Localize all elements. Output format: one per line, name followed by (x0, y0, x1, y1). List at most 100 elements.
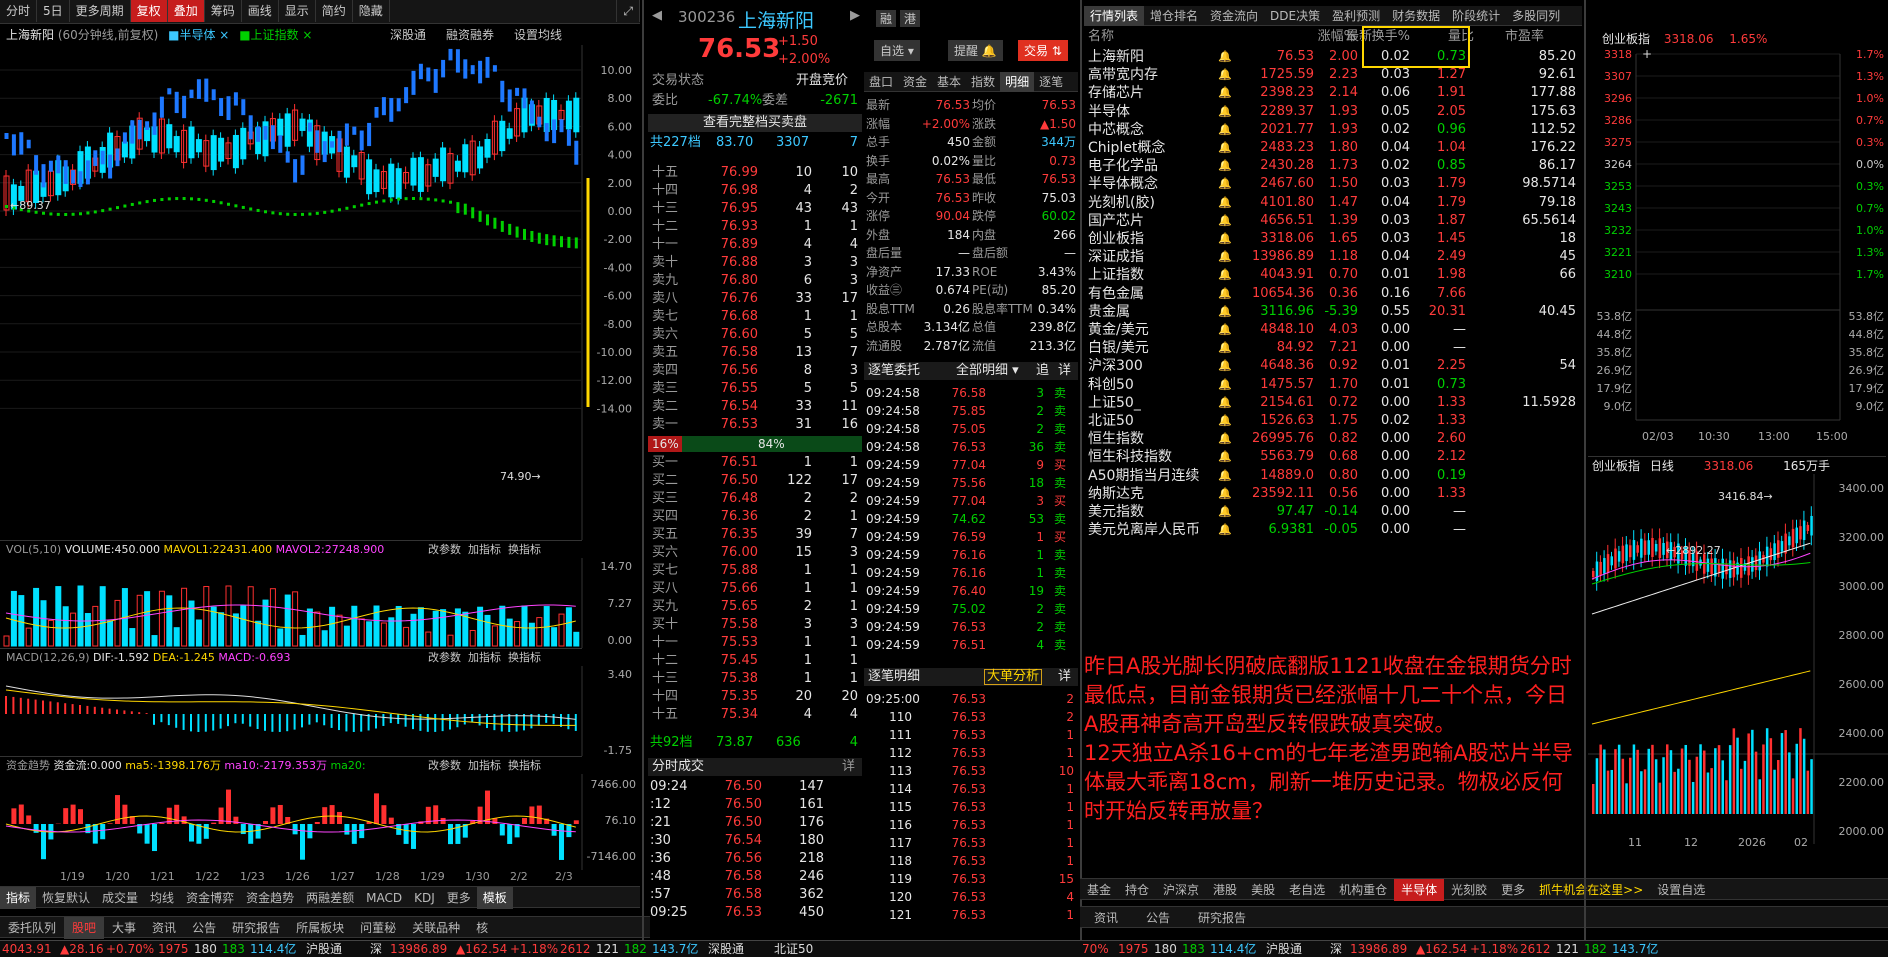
bids-row[interactable]: 买九 75.65 2 1 (648, 598, 862, 616)
bell-icon[interactable]: 🔔 (1218, 48, 1232, 66)
bell-icon[interactable]: 🔔 (1218, 430, 1232, 448)
list-bottom-tab-8[interactable]: 光刻胶 (1444, 879, 1494, 901)
bell-icon[interactable]: 🔔 (1218, 448, 1232, 466)
list-bottom-tab-7[interactable]: 半导体 (1394, 879, 1445, 901)
indicator-tab-5[interactable]: 资金趋势 (240, 887, 300, 909)
bids-row[interactable]: 买二 76.50 122 17 (648, 472, 862, 490)
bell-icon[interactable]: 🔔 (1218, 394, 1232, 412)
asks-row[interactable]: 十五 76.99 10 10 (648, 164, 862, 182)
list-row[interactable]: A50期指当月连续 🔔 14889.0 0.80 0.00 0.19 (1084, 467, 1582, 485)
bell-icon[interactable]: 🔔 (1218, 467, 1232, 485)
toolbar-item-1[interactable]: 5日 (37, 0, 70, 22)
mini-intraday-chart[interactable]: 3318 1.7% 3307 1.3% 3296 1.0% 3286 0.7% 3275 0.3%… (1588, 48, 1888, 452)
asks-row[interactable]: 卖七 76.68 1 1 (648, 308, 862, 326)
list-tab-5[interactable]: 财务数据 (1386, 6, 1446, 26)
right-bottom-tab-2[interactable]: 研究报告 (1184, 907, 1260, 929)
asks-row[interactable]: 卖十 76.88 3 3 (648, 254, 862, 272)
detail-tab-5[interactable]: 逐笔 (1034, 72, 1068, 92)
toolbar-item-6[interactable]: 画线 (242, 0, 279, 22)
indicator-tab-9[interactable]: 更多 (441, 887, 477, 909)
bids-row[interactable]: 买七 75.88 1 1 (648, 562, 862, 580)
bottom-tab-5[interactable]: 研究报告 (224, 917, 288, 939)
bottom-tab-9[interactable]: 核 (468, 917, 496, 939)
bell-icon[interactable]: 🔔 (1218, 321, 1232, 339)
list-col-5[interactable]: 市盈率 (1484, 28, 1544, 46)
indicator-tab-10[interactable]: 模板 (476, 887, 513, 909)
list-row[interactable]: 恒生指数 🔔 26995.76 0.82 0.00 2.60 (1084, 430, 1582, 448)
bottom-tab-8[interactable]: 关联品种 (404, 917, 468, 939)
right-bottom-tab-0[interactable]: 资讯 (1080, 907, 1132, 929)
fund-switch[interactable]: 换指标 (508, 759, 541, 772)
list-row[interactable]: 黄金/美元 🔔 4848.10 4.03 0.00— (1084, 321, 1582, 339)
list-tab-3[interactable]: DDE决策 (1264, 6, 1326, 26)
bids-row[interactable]: 十五 75.34 4 4 (648, 706, 862, 724)
daily-kline-chart[interactable]: 3400.00 3200.00 3000.00 2800.00 2600.00 2400.… (1588, 474, 1888, 874)
toolbar-item-4[interactable]: 叠加 (167, 0, 205, 22)
asks-row[interactable]: 卖八 76.76 33 17 (648, 290, 862, 308)
list-row[interactable]: 创业板指 🔔 3318.06 1.65 0.03 1.45 18 (1084, 230, 1582, 248)
asks-row[interactable]: 卖九 76.80 6 3 (648, 272, 862, 290)
asks-row[interactable]: 十二 76.93 1 1 (648, 218, 862, 236)
list-bottom-tab-10[interactable]: 抓牛机会在这里>> (1532, 879, 1650, 901)
kline-chart[interactable]: 10.00 8.00 6.00 4.00 2.00 0.00 -2.00 -4.00 -6.00… (0, 45, 640, 540)
bell-icon[interactable]: 🔔 (1218, 503, 1232, 521)
bell-icon[interactable]: 🔔 (1218, 357, 1232, 375)
list-row[interactable]: 中芯概念 🔔 2021.77 1.93 0.02 0.96 112.52 (1084, 121, 1582, 139)
right-bottom-tab-1[interactable]: 公告 (1132, 907, 1184, 929)
alert-button[interactable]: 提醒 🔔 (948, 40, 1003, 61)
bids-row[interactable]: 买五 76.35 39 7 (648, 526, 862, 544)
link-ma[interactable]: 设置均线 (514, 25, 562, 45)
bell-icon[interactable]: 🔔 (1218, 303, 1232, 321)
fullscreen-icon[interactable]: ⤢ (616, 0, 640, 22)
list-row[interactable]: 沪深300 🔔 4648.36 0.92 0.01 2.25 54 (1084, 357, 1582, 375)
toolbar-item-5[interactable]: 筹码 (205, 0, 242, 22)
asks-row[interactable]: 卖二 76.54 33 11 (648, 398, 862, 416)
bids-row[interactable]: 十四 75.35 20 20 (648, 688, 862, 706)
list-tab-0[interactable]: 行情列表 (1084, 6, 1145, 26)
toolbar-item-0[interactable]: 分时 (0, 0, 38, 22)
bell-icon[interactable]: 🔔 (1218, 175, 1232, 193)
bottom-tab-1[interactable]: 股吧 (64, 917, 105, 939)
bell-icon[interactable]: 🔔 (1218, 157, 1232, 175)
list-bottom-tab-3[interactable]: 港股 (1206, 879, 1244, 901)
indicator-tab-3[interactable]: 均线 (144, 887, 180, 909)
list-bottom-tab-9[interactable]: 更多 (1494, 879, 1532, 901)
list-row[interactable]: 有色金属 🔔 10654.36 0.36 0.16 7.66 (1084, 285, 1582, 303)
indicator-tab-1[interactable]: 恢复默认 (36, 887, 96, 909)
detail-tab-2[interactable]: 基本 (932, 72, 966, 92)
overlay-index[interactable]: ■上证指数 × (239, 28, 312, 42)
list-row[interactable]: 贵金属 🔔 3116.96 -5.39 0.55 20.31 40.45 (1084, 303, 1582, 321)
vol-switch[interactable]: 换指标 (508, 543, 541, 556)
list-row[interactable]: 北证50 🔔 1526.63 1.75 0.02 1.33 (1084, 412, 1582, 430)
vol-add[interactable]: 加指标 (468, 543, 501, 556)
asks-row[interactable]: 卖三 76.55 5 5 (648, 380, 862, 398)
bell-icon[interactable]: 🔔 (1218, 103, 1232, 121)
bids-row[interactable]: 十一 75.53 1 1 (648, 634, 862, 652)
bell-icon[interactable]: 🔔 (1218, 412, 1232, 430)
asks-row[interactable]: 十三 76.95 43 43 (648, 200, 862, 218)
bell-icon[interactable]: 🔔 (1218, 139, 1232, 157)
list-row[interactable]: Chiplet概念 🔔 2483.23 1.80 0.04 1.04 176.22 (1084, 139, 1582, 157)
list-row[interactable]: 半导体 🔔 2289.37 1.93 0.05 2.05 175.63 (1084, 103, 1582, 121)
list-bottom-tab-11[interactable]: 设置自选 (1650, 879, 1712, 901)
list-col-2[interactable]: 涨幅% (1300, 28, 1356, 46)
fenshi-more[interactable]: 详 (842, 758, 855, 776)
toolbar-item-7[interactable]: 显示 (279, 0, 316, 22)
link-rzrq[interactable]: 融资融券 (446, 25, 494, 45)
indicator-tab-4[interactable]: 资金博弈 (180, 887, 240, 909)
indicator-tab-0[interactable]: 指标 (0, 887, 37, 909)
list-row[interactable]: 电子化学品 🔔 2430.28 1.73 0.02 0.85 86.17 (1084, 157, 1582, 175)
zhubi-filter[interactable]: 全部明细 ▾ (956, 362, 1019, 380)
list-row[interactable]: 纳斯达克 🔔 23592.11 0.56 0.00 1.33 (1084, 485, 1582, 503)
bids-row[interactable]: 买三 76.48 2 2 (648, 490, 862, 508)
list-col-0[interactable]: 名称 (1088, 28, 1114, 46)
toolbar-item-2[interactable]: 更多周期 (70, 0, 131, 22)
bell-icon[interactable]: 🔔 (1218, 285, 1232, 303)
bell-icon[interactable]: 🔔 (1218, 84, 1232, 102)
indicator-tab-2[interactable]: 成交量 (96, 887, 144, 909)
macd-switch[interactable]: 换指标 (508, 651, 541, 664)
vol-adjust[interactable]: 改参数 (428, 543, 461, 556)
bottom-tab-6[interactable]: 所属板块 (288, 917, 352, 939)
link-sgt[interactable]: 深股通 (390, 25, 426, 45)
mingxi-more[interactable]: 详 (1058, 668, 1071, 686)
